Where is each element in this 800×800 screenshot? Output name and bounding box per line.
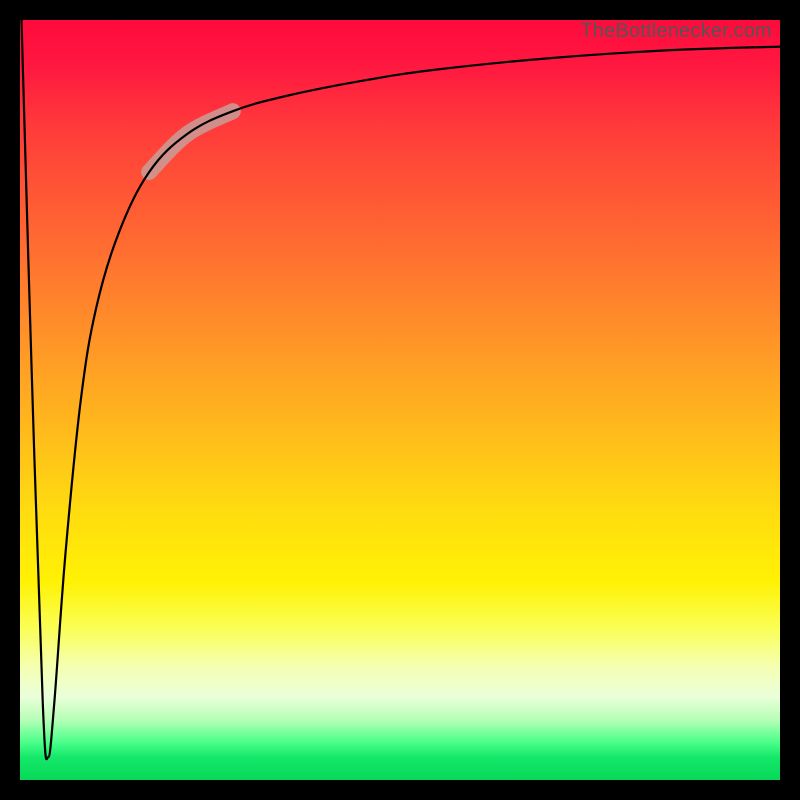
- attribution-text: TheBottlenecker.com: [580, 20, 772, 43]
- chart-frame: TheBottlenecker.com: [0, 0, 800, 800]
- background-gradient: [20, 20, 780, 780]
- plot-area: TheBottlenecker.com: [20, 20, 780, 780]
